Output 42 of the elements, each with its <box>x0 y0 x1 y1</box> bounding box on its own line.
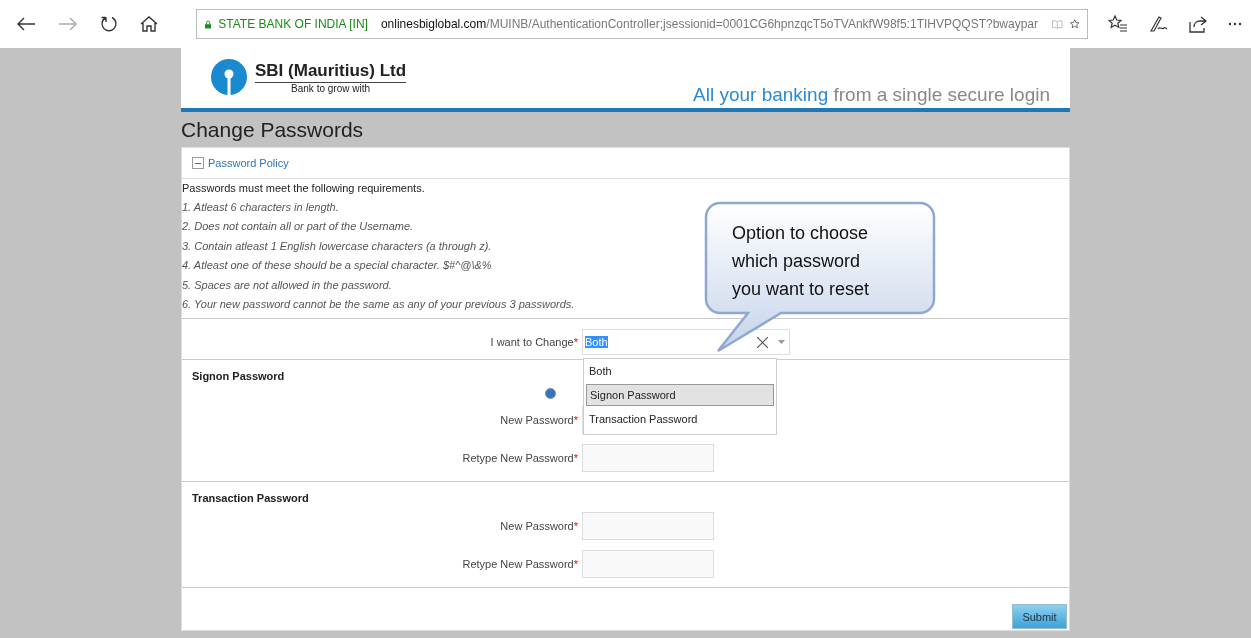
back-icon[interactable] <box>16 16 36 32</box>
brand-name: SBI (Mauritius) Ltd <box>255 60 407 83</box>
field-label: New Password* <box>500 414 578 427</box>
policy-rule: 2. Does not contain all or part of the Username. <box>182 219 414 235</box>
radio-dot[interactable] <box>545 387 556 399</box>
field-label: I want to Change* <box>490 336 578 349</box>
policy-rule: 6. Your new password cannot be the same as any of your previous 3 passwords. <box>182 297 575 313</box>
password-policy-link[interactable]: Password Policy <box>208 157 289 169</box>
section-title: Signon Password <box>192 370 285 383</box>
dropdown-option[interactable]: Transaction Password <box>586 409 774 430</box>
url-text: onlinesbiglobal.com/MUINB/AuthenticationController;jsessionid=0001CG6hpnzqcT5oTVAnkfW98f5:1TIHVPQQST?bwaypar <box>380 17 1038 31</box>
dropdown-option[interactable]: Signon Password <box>586 384 774 407</box>
callout-text: Option to choose which password you want to reset <box>732 222 871 301</box>
share-icon[interactable] <box>1188 15 1208 33</box>
slogan-text: All your banking from a single secure login <box>693 84 1050 106</box>
password-field[interactable] <box>582 512 714 541</box>
security-label: STATE BANK OF INDIA [IN] <box>218 17 368 31</box>
favorites-icon[interactable] <box>1108 15 1128 33</box>
dropdown-caret-icon[interactable] <box>778 340 785 345</box>
policy-rule: 4. Atleast one of these should be a special character. $#^@\&% <box>182 258 492 274</box>
field-label: Retype New Password* <box>462 452 578 465</box>
section-title: Transaction Password <box>192 492 309 505</box>
policy-rule: 3. Contain atleast 1 English lowercase characters (a through z). <box>182 238 492 254</box>
password-field[interactable] <box>582 550 714 579</box>
submit-button[interactable]: Submit <box>1012 604 1067 630</box>
address-bar[interactable]: STATE BANK OF INDIA [IN] onlinesbiglobal.com/MUINB/AuthenticationController;jsessionid=0001CG6hpnzqcT5oTVAnkfW98f5:1TIHVPQQST?bwaypar <box>196 9 1088 39</box>
collapse-toggle[interactable] <box>192 157 204 169</box>
policy-rule: 1. Atleast 6 characters in length. <box>182 200 339 215</box>
policy-rule: 5. Spaces are not allowed in the password. <box>182 277 392 293</box>
pen-icon[interactable] <box>1148 15 1168 33</box>
password-field[interactable] <box>582 444 714 473</box>
field-label: Retype New Password* <box>462 558 578 571</box>
page-title: Change Passwords <box>181 117 365 143</box>
brand-tagline: Bank to grow with <box>291 82 370 94</box>
refresh-icon[interactable] <box>100 15 118 33</box>
more-icon[interactable] <box>1228 22 1242 26</box>
policy-intro: Passwords must meet the following requirements. <box>182 181 425 196</box>
home-icon[interactable] <box>140 15 158 33</box>
logo-icon <box>211 59 247 95</box>
dropdown-option[interactable]: Both <box>586 361 774 382</box>
clear-icon[interactable] <box>757 336 768 348</box>
field-label: New Password* <box>500 520 578 533</box>
